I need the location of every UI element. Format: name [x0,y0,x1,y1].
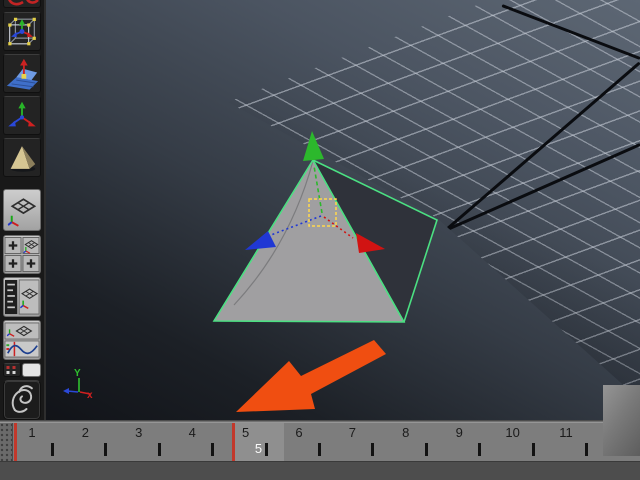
perspective-viewport[interactable] [46,0,640,421]
frame-number: 8 [402,425,410,440]
paint-effects-dragon-icon[interactable] [3,380,41,420]
blank-layout-icon[interactable] [22,363,41,377]
four-pane-layout-icon[interactable] [3,235,41,274]
frame-number: 11 [559,425,573,440]
tool-box [0,0,46,422]
frame-tick [424,443,428,456]
polygon-pyramid-icon[interactable] [3,138,41,177]
frame-ruler: 1 2 3 4 5 6 7 8 9 10 11 [0,423,640,461]
frame-tick [318,443,321,456]
grid-axis-line [435,61,640,240]
frame-number: 4 [188,425,196,440]
frame-tick [51,443,54,456]
frame-number: 9 [455,425,463,440]
frame-number: 7 [348,425,356,440]
outliner-persp-layout-icon[interactable] [3,277,41,317]
frame-number: 6 [295,425,303,440]
frame-tick [585,443,588,456]
frame-number: 10 [505,425,520,440]
select-tool-partial-icon[interactable] [3,0,41,8]
frame-tick [157,443,161,456]
frame-number: 2 [81,425,89,440]
range-slider-strip [0,461,640,480]
application-window: Y x 1 2 3 4 5 6 7 8 9 10 11 5 [0,0,640,480]
current-frame-label: 5 [254,441,263,456]
single-pane-layout-icon[interactable] [3,189,41,231]
time-slider[interactable]: 1 2 3 4 5 6 7 8 9 10 11 5 [0,423,640,461]
frame-number: 5 [241,425,250,440]
persp-graph-layout-icon[interactable] [3,320,41,360]
grid-axis-line [417,143,640,244]
frame-tick [371,443,375,456]
timeline-drag-handle[interactable] [0,423,13,461]
frame-number: 3 [135,425,143,440]
frame-number: 1 [28,425,36,440]
universal-manipulator-icon[interactable] [3,12,41,51]
frame-tick [104,443,108,456]
hypergraph-layout-icon[interactable] [3,363,21,377]
frame-tick [531,443,535,456]
frame-tick [478,443,482,456]
keyframe-marker [14,423,17,461]
grid-axis-line [501,4,640,60]
ground-grid-plane [228,0,640,400]
move-tool-icon[interactable] [3,96,41,135]
frame-tick [211,443,215,456]
soft-modification-icon[interactable] [3,54,41,93]
timeline-corner-panel [603,385,640,456]
